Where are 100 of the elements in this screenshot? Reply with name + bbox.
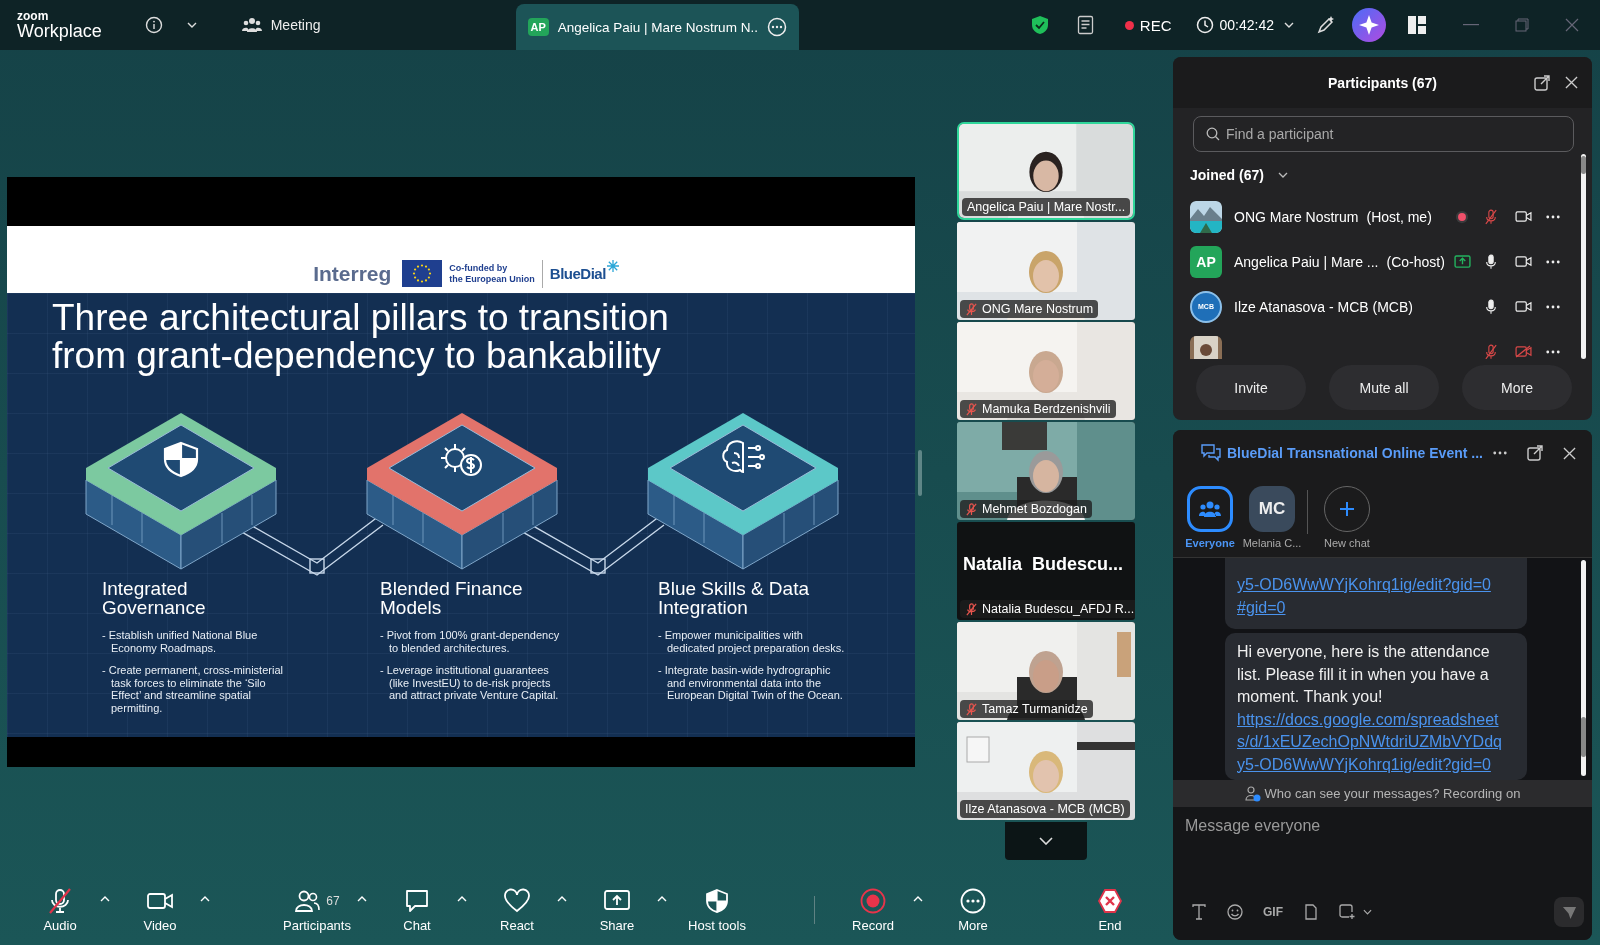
chat-recipient[interactable]: Everyone: [1181, 486, 1239, 549]
recipient-label: Everyone: [1185, 537, 1235, 549]
search-input[interactable]: Find a participant: [1226, 126, 1561, 142]
video-tile[interactable]: Ilze Atanasova - MCB (MCB): [957, 722, 1135, 820]
video-tile[interactable]: Mamuka Berdzenishvili: [957, 322, 1135, 420]
recipient-label: Melania C...: [1242, 537, 1302, 549]
more-icon[interactable]: [1493, 451, 1507, 455]
pillar-bullet: - Integrate basin-wide hydrographic and environmental data into the European Digital Twin of the Ocean.: [658, 664, 844, 702]
more-icon[interactable]: [1546, 259, 1560, 264]
caret-icon: [1284, 22, 1294, 28]
meeting-tab[interactable]: AP Angelica Paiu | Mare Nostrum N..: [515, 4, 799, 50]
message-link[interactable]: https://docs.google.com/spreadsheets/d/1xEUZechOpNWtdriUZMbVYDdqy5-OD6WwWYjKohrq1ig/edit?gid=0: [1237, 708, 1507, 776]
heart-icon: [504, 887, 530, 914]
file-icon[interactable]: [1303, 904, 1319, 920]
participants-button[interactable]: 67 Participants: [277, 887, 357, 933]
minimize-icon[interactable]: [1463, 24, 1479, 26]
pillar-bullet: - Establish unified National Blue Economy Roadmaps.: [102, 629, 259, 654]
snowflake-icon: [606, 259, 619, 272]
message-text: Hi everyone, here is the attendance list. Please fill it in when you have a moment. Thank you!: [1237, 642, 1491, 707]
panel-action-button[interactable]: More: [1462, 365, 1572, 410]
plus-icon: [1340, 502, 1354, 516]
meeting-button[interactable]: Meeting: [241, 17, 321, 33]
resize-handle[interactable]: [918, 450, 922, 496]
avatar: MC: [1249, 486, 1295, 532]
muted-mic-icon[interactable]: [1485, 343, 1497, 359]
more-icon: [960, 887, 986, 914]
more-icon[interactable]: [1546, 349, 1560, 354]
recording-indicator[interactable]: REC: [1124, 16, 1172, 34]
video-camera-icon[interactable]: [1515, 210, 1532, 223]
more-button[interactable]: More: [933, 887, 1013, 933]
participant-name: ONG Mare Nostrum: [982, 302, 1094, 316]
participant-name: Ilze Atanasova - MCB (MCB): [1234, 298, 1413, 315]
layout-icon[interactable]: [1408, 16, 1426, 34]
search-field[interactable]: Find a participant: [1193, 116, 1574, 152]
panel-action-button[interactable]: Mute all: [1329, 365, 1439, 410]
video-tile[interactable]: Angelica Paiu | Mare Nostr...: [957, 122, 1135, 220]
react-button[interactable]: React: [477, 887, 557, 933]
message-link[interactable]: y5-OD6WwWYjKohrq1ig/edit?gid=0#gid=0: [1237, 574, 1499, 619]
pen-icon[interactable]: [1316, 15, 1336, 35]
participant-name: ONG Mare Nostrum: [1234, 208, 1359, 225]
video-tile[interactable]: ONG Mare Nostrum: [957, 222, 1135, 320]
avatar-badge: AP: [527, 18, 549, 36]
pillar-heading: Integrated Governance: [102, 579, 207, 617]
info-icon[interactable]: [144, 16, 163, 34]
pillar-bullet: - Empower municipalities with dedicated project preparation desks.: [658, 629, 846, 654]
end-button[interactable]: End: [1070, 887, 1150, 933]
video-tile[interactable]: Tamaz Turmanidze: [957, 622, 1135, 720]
more-icon[interactable]: [766, 17, 787, 37]
bluedial-logo: BlueDial: [549, 265, 606, 282]
mic-icon[interactable]: [1485, 253, 1497, 270]
pop-out-icon[interactable]: [1527, 445, 1543, 461]
slide-title: Three architectural pillars to transition from grant-dependency to bankability: [51, 296, 670, 375]
eu-cofunding-label: Co-funded by the European Union: [449, 262, 535, 285]
chat-recipient[interactable]: New chat: [1318, 486, 1376, 549]
avatar: AP: [1190, 245, 1222, 278]
video-off-icon[interactable]: [1515, 345, 1532, 358]
audio-button[interactable]: Audio: [20, 887, 100, 933]
caret-icon[interactable]: [1363, 909, 1372, 915]
record-button[interactable]: Record: [833, 887, 913, 933]
video-camera-icon[interactable]: [1515, 300, 1532, 313]
group-label: Joined (67): [1190, 167, 1264, 183]
timer-button[interactable]: 00:42:42: [1195, 16, 1294, 34]
document-icon[interactable]: [1076, 15, 1095, 35]
video-camera-icon[interactable]: [1515, 255, 1532, 268]
pillar-heading: Blended Finance Models: [380, 579, 524, 617]
chat-title: BlueDial Transnational Online Event ...: [1227, 445, 1483, 461]
shield-icon[interactable]: [1030, 15, 1049, 35]
panel-action-button[interactable]: Invite: [1196, 365, 1306, 410]
send-button[interactable]: [1554, 897, 1584, 927]
mic-icon[interactable]: [1485, 298, 1497, 315]
scrollbar[interactable]: [1581, 154, 1586, 359]
brain-circuit-icon: [722, 440, 765, 473]
chevron-down-icon: [1039, 837, 1053, 845]
text-format-icon[interactable]: [1191, 904, 1207, 920]
pop-out-icon[interactable]: [1534, 74, 1550, 91]
pillar-heading: Blue Skills & Data Integration: [658, 579, 810, 617]
participant-name: Angelica Paiu | Mare ...: [1234, 253, 1379, 270]
message-input[interactable]: Message everyone: [1173, 807, 1592, 892]
video-button[interactable]: Video: [120, 887, 200, 933]
video-tile[interactable]: Mehmet Bozdogan: [957, 422, 1135, 520]
chevron-down-icon[interactable]: [1277, 170, 1288, 180]
scrollbar[interactable]: [1581, 560, 1586, 776]
person-icon: [1244, 785, 1261, 802]
screenshot-icon[interactable]: [1339, 904, 1355, 920]
host-button[interactable]: Host tools: [677, 887, 757, 933]
ai-assistant-icon[interactable]: [1352, 8, 1386, 42]
muted-mic-icon[interactable]: [1485, 208, 1497, 225]
chat-icon: [1201, 444, 1221, 462]
end-call-icon: [1097, 887, 1123, 914]
share-button[interactable]: Share: [577, 887, 657, 933]
emoji-icon[interactable]: [1227, 904, 1243, 920]
more-icon[interactable]: [1546, 304, 1560, 309]
gif-button[interactable]: GIF: [1263, 905, 1283, 919]
pillar-bullet: - Pivot from 100% grant-dependency to blended architectures.: [380, 629, 561, 654]
pillar-bullet: - Create permanent, cross-ministerial task forces to eliminate the ‘Silo Effect’ and streamline spatial permitting.: [102, 664, 284, 714]
interreg-logo: Interreg: [313, 261, 392, 286]
more-icon[interactable]: [1546, 214, 1560, 219]
chat-button[interactable]: Chat: [377, 887, 457, 933]
chat-recipient[interactable]: MC Melania C...: [1243, 486, 1301, 549]
participant-count: 67: [326, 893, 340, 908]
